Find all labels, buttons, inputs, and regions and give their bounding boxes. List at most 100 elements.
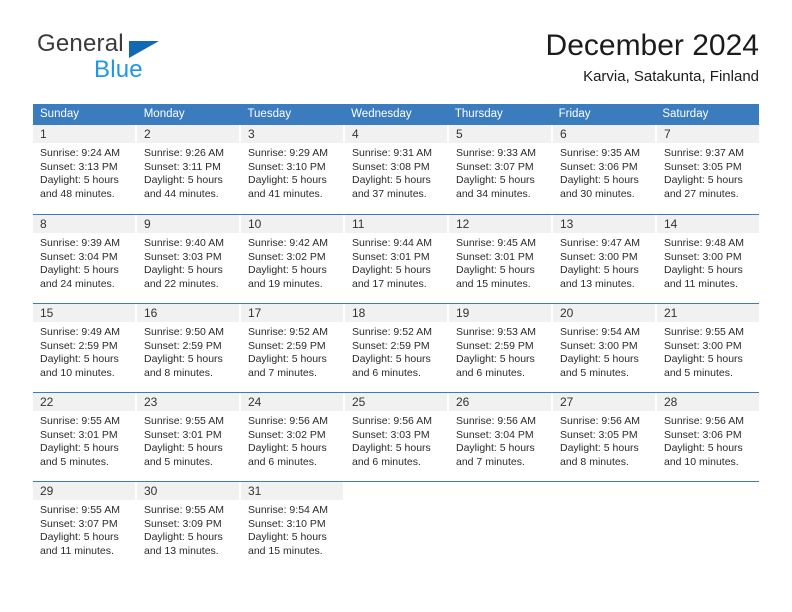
- calendar-day-cell[interactable]: 28 Sunrise: 9:56 AM Sunset: 3:06 PM Dayligh…: [657, 393, 759, 481]
- sunset-text: Sunset: 3:02 PM: [248, 250, 326, 263]
- day-number: [553, 482, 655, 500]
- daylight-text-line1: Daylight: 5 hours: [664, 442, 743, 454]
- daylight-text-line2: and 13 minutes.: [144, 544, 219, 557]
- daylight-text-line1: Daylight: 5 hours: [144, 174, 223, 186]
- calendar-day-cell[interactable]: 2 Sunrise: 9:26 AM Sunset: 3:11 PM Daylight…: [137, 125, 241, 214]
- day-number: 3: [241, 125, 343, 143]
- day-number: 18: [345, 304, 447, 322]
- sunset-text: Sunset: 3:04 PM: [40, 250, 118, 263]
- daylight-text-line1: Daylight: 5 hours: [352, 442, 431, 454]
- sunset-text: Sunset: 2:59 PM: [144, 339, 222, 352]
- sunset-text: Sunset: 3:00 PM: [664, 250, 742, 263]
- calendar-day-cell[interactable]: 23 Sunrise: 9:55 AM Sunset: 3:01 PM Dayligh…: [137, 393, 241, 481]
- calendar-day-cell[interactable]: 14 Sunrise: 9:48 AM Sunset: 3:00 PM Dayligh…: [657, 215, 759, 303]
- calendar-day-cell-empty: [657, 482, 759, 570]
- calendar-day-cell[interactable]: 8 Sunrise: 9:39 AM Sunset: 3:04 PM Daylight…: [33, 215, 137, 303]
- sunrise-text: Sunrise: 9:29 AM: [248, 147, 328, 159]
- sunrise-text: Sunrise: 9:33 AM: [456, 147, 536, 159]
- sunset-text: Sunset: 3:01 PM: [40, 428, 118, 441]
- calendar-day-cell[interactable]: 25 Sunrise: 9:56 AM Sunset: 3:03 PM Dayligh…: [345, 393, 449, 481]
- calendar-day-cell[interactable]: 15 Sunrise: 9:49 AM Sunset: 2:59 PM Dayligh…: [33, 304, 137, 392]
- calendar-day-cell[interactable]: 3 Sunrise: 9:29 AM Sunset: 3:10 PM Daylight…: [241, 125, 345, 214]
- calendar-week-row: 15 Sunrise: 9:49 AM Sunset: 2:59 PM Dayligh…: [33, 303, 759, 392]
- sunset-text: Sunset: 2:59 PM: [456, 339, 534, 352]
- day-number: 6: [553, 125, 655, 143]
- daylight-text-line2: and 41 minutes.: [248, 187, 323, 200]
- general-blue-logo[interactable]: General Blue: [33, 28, 263, 88]
- calendar-day-cell[interactable]: 1 Sunrise: 9:24 AM Sunset: 3:13 PM Daylight…: [33, 125, 137, 214]
- sunrise-text: Sunrise: 9:45 AM: [456, 237, 536, 249]
- calendar-day-cell[interactable]: 21 Sunrise: 9:55 AM Sunset: 3:00 PM Dayligh…: [657, 304, 759, 392]
- day-details: Sunrise: 9:44 AM Sunset: 3:01 PM Daylight:…: [345, 233, 447, 291]
- daylight-text-line2: and 7 minutes.: [248, 366, 317, 379]
- calendar-day-cell[interactable]: 18 Sunrise: 9:52 AM Sunset: 2:59 PM Dayligh…: [345, 304, 449, 392]
- sunrise-text: Sunrise: 9:55 AM: [144, 504, 224, 516]
- sunrise-text: Sunrise: 9:40 AM: [144, 237, 224, 249]
- daylight-text-line2: and 17 minutes.: [352, 277, 427, 290]
- sunrise-text: Sunrise: 9:55 AM: [40, 415, 120, 427]
- day-number: [449, 482, 551, 500]
- day-number: [345, 482, 447, 500]
- sunrise-text: Sunrise: 9:47 AM: [560, 237, 640, 249]
- calendar-day-cell[interactable]: 20 Sunrise: 9:54 AM Sunset: 3:00 PM Dayligh…: [553, 304, 657, 392]
- sunrise-text: Sunrise: 9:35 AM: [560, 147, 640, 159]
- day-details: Sunrise: 9:56 AM Sunset: 3:06 PM Daylight:…: [657, 411, 759, 469]
- day-details: Sunrise: 9:29 AM Sunset: 3:10 PM Daylight:…: [241, 143, 343, 201]
- calendar-day-cell[interactable]: 6 Sunrise: 9:35 AM Sunset: 3:06 PM Daylight…: [553, 125, 657, 214]
- calendar-grid: Sunday Monday Tuesday Wednesday Thursday Frid…: [33, 104, 759, 570]
- calendar-day-cell[interactable]: 5 Sunrise: 9:33 AM Sunset: 3:07 PM Daylight…: [449, 125, 553, 214]
- calendar-day-cell[interactable]: 17 Sunrise: 9:52 AM Sunset: 2:59 PM Dayligh…: [241, 304, 345, 392]
- sunrise-text: Sunrise: 9:52 AM: [248, 326, 328, 338]
- calendar-day-cell[interactable]: 4 Sunrise: 9:31 AM Sunset: 3:08 PM Daylight…: [345, 125, 449, 214]
- day-number: 19: [449, 304, 551, 322]
- sunrise-text: Sunrise: 9:56 AM: [352, 415, 432, 427]
- calendar-day-cell[interactable]: 12 Sunrise: 9:45 AM Sunset: 3:01 PM Dayligh…: [449, 215, 553, 303]
- calendar-day-cell[interactable]: 11 Sunrise: 9:44 AM Sunset: 3:01 PM Dayligh…: [345, 215, 449, 303]
- day-details: Sunrise: 9:40 AM Sunset: 3:03 PM Daylight:…: [137, 233, 239, 291]
- calendar-page: General Blue December 2024 Karvia, Satak…: [0, 0, 792, 612]
- sunset-text: Sunset: 3:11 PM: [144, 160, 221, 173]
- calendar-week-row: 1 Sunrise: 9:24 AM Sunset: 3:13 PM Daylight…: [33, 125, 759, 214]
- day-details: Sunrise: 9:50 AM Sunset: 2:59 PM Daylight:…: [137, 322, 239, 380]
- day-details: Sunrise: 9:37 AM Sunset: 3:05 PM Daylight:…: [657, 143, 759, 201]
- daylight-text-line1: Daylight: 5 hours: [248, 531, 327, 543]
- calendar-day-cell[interactable]: 27 Sunrise: 9:56 AM Sunset: 3:05 PM Dayligh…: [553, 393, 657, 481]
- day-details: Sunrise: 9:52 AM Sunset: 2:59 PM Daylight:…: [345, 322, 447, 380]
- page-title: December 2024: [545, 29, 759, 62]
- weekday-header-thursday: Thursday: [454, 108, 503, 120]
- sunset-text: Sunset: 3:08 PM: [352, 160, 430, 173]
- sunset-text: Sunset: 3:01 PM: [144, 428, 222, 441]
- daylight-text-line1: Daylight: 5 hours: [248, 174, 327, 186]
- daylight-text-line2: and 5 minutes.: [40, 455, 109, 468]
- sunrise-text: Sunrise: 9:54 AM: [560, 326, 640, 338]
- calendar-day-cell[interactable]: 22 Sunrise: 9:55 AM Sunset: 3:01 PM Dayligh…: [33, 393, 137, 481]
- daylight-text-line1: Daylight: 5 hours: [456, 174, 535, 186]
- daylight-text-line1: Daylight: 5 hours: [40, 353, 119, 365]
- calendar-day-cell[interactable]: 7 Sunrise: 9:37 AM Sunset: 3:05 PM Daylight…: [657, 125, 759, 214]
- daylight-text-line2: and 22 minutes.: [144, 277, 219, 290]
- day-number: 2: [137, 125, 239, 143]
- calendar-day-cell[interactable]: 29 Sunrise: 9:55 AM Sunset: 3:07 PM Dayligh…: [33, 482, 137, 570]
- calendar-day-cell[interactable]: 13 Sunrise: 9:47 AM Sunset: 3:00 PM Dayligh…: [553, 215, 657, 303]
- sunrise-text: Sunrise: 9:31 AM: [352, 147, 432, 159]
- day-number: 22: [33, 393, 135, 411]
- calendar-day-cell[interactable]: 10 Sunrise: 9:42 AM Sunset: 3:02 PM Dayligh…: [241, 215, 345, 303]
- day-number: 17: [241, 304, 343, 322]
- day-details: Sunrise: 9:24 AM Sunset: 3:13 PM Daylight:…: [33, 143, 135, 201]
- calendar-day-cell[interactable]: 19 Sunrise: 9:53 AM Sunset: 2:59 PM Dayligh…: [449, 304, 553, 392]
- sunrise-text: Sunrise: 9:52 AM: [352, 326, 432, 338]
- calendar-day-cell[interactable]: 24 Sunrise: 9:56 AM Sunset: 3:02 PM Dayligh…: [241, 393, 345, 481]
- day-number: 26: [449, 393, 551, 411]
- daylight-text-line2: and 8 minutes.: [144, 366, 213, 379]
- calendar-day-cell[interactable]: 30 Sunrise: 9:55 AM Sunset: 3:09 PM Dayligh…: [137, 482, 241, 570]
- sunrise-text: Sunrise: 9:54 AM: [248, 504, 328, 516]
- sunrise-text: Sunrise: 9:42 AM: [248, 237, 328, 249]
- sunrise-text: Sunrise: 9:55 AM: [664, 326, 744, 338]
- calendar-day-cell[interactable]: 16 Sunrise: 9:50 AM Sunset: 2:59 PM Dayligh…: [137, 304, 241, 392]
- calendar-day-cell-empty: [449, 482, 553, 570]
- sunrise-text: Sunrise: 9:55 AM: [144, 415, 224, 427]
- calendar-day-cell[interactable]: 31 Sunrise: 9:54 AM Sunset: 3:10 PM Dayligh…: [241, 482, 345, 570]
- calendar-day-cell[interactable]: 9 Sunrise: 9:40 AM Sunset: 3:03 PM Daylight…: [137, 215, 241, 303]
- daylight-text-line1: Daylight: 5 hours: [352, 264, 431, 276]
- calendar-day-cell[interactable]: 26 Sunrise: 9:56 AM Sunset: 3:04 PM Dayligh…: [449, 393, 553, 481]
